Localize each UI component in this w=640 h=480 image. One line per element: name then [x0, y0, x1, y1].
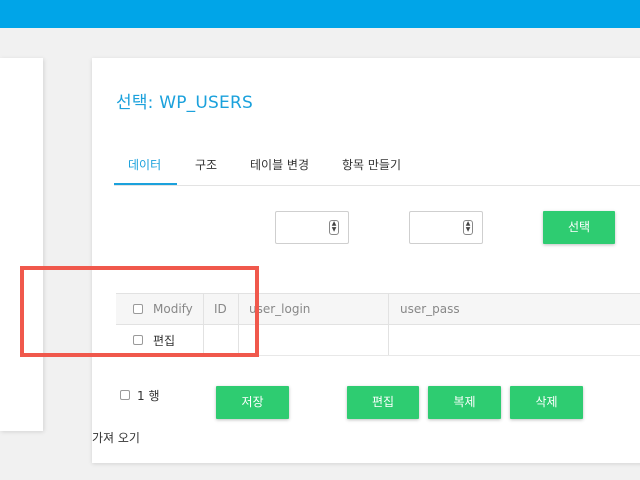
tab-structure[interactable]: 구조: [195, 156, 217, 173]
column-header-user-pass[interactable]: user_pass: [400, 302, 460, 316]
main-panel: 선택: WP_USERS 데이터 구조 테이블 변경 항목 만들기 ▲ ▼ ▲ ▼ …: [92, 58, 640, 463]
limit-start-stepper[interactable]: ▲ ▼: [275, 211, 349, 244]
edit-button[interactable]: 편집: [347, 386, 419, 419]
tab-bar: 데이터 구조 테이블 변경 항목 만들기: [114, 144, 640, 186]
import-link[interactable]: 가져 오기: [92, 429, 140, 446]
tab-new-item[interactable]: 항목 만들기: [342, 156, 401, 173]
save-button[interactable]: 저장: [216, 386, 289, 419]
stepper-arrows-icon[interactable]: ▲ ▼: [329, 220, 339, 235]
select-button[interactable]: 선택: [543, 211, 615, 244]
select-all-rows-checkbox[interactable]: [120, 390, 130, 400]
page-title: 선택: WP_USERS: [116, 93, 253, 113]
stepper-arrows-icon[interactable]: ▲ ▼: [463, 220, 473, 235]
annotation-highlight-box: [20, 266, 259, 357]
clone-button[interactable]: 복제: [428, 386, 501, 419]
row-count-label: 1 행: [137, 389, 160, 403]
top-bar: [0, 0, 640, 28]
active-tab-indicator: [114, 183, 177, 185]
tab-alter-table[interactable]: 테이블 변경: [250, 156, 309, 173]
left-sidebar-panel: [0, 58, 43, 431]
delete-button[interactable]: 삭제: [510, 386, 583, 419]
column-divider: [388, 294, 389, 355]
tab-data[interactable]: 데이터: [128, 156, 161, 173]
limit-count-stepper[interactable]: ▲ ▼: [409, 211, 483, 244]
